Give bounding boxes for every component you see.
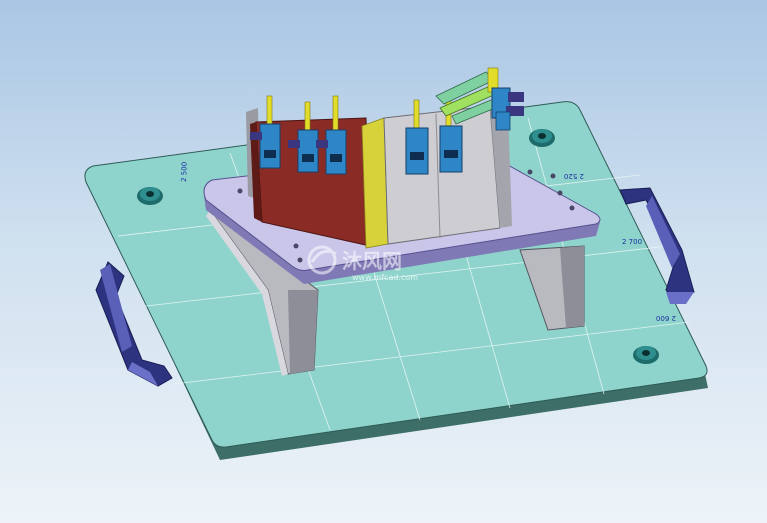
bushing-left bbox=[137, 187, 163, 205]
watermark-text: 沐风网 bbox=[342, 249, 402, 273]
bushing-right-top bbox=[529, 129, 555, 147]
dim-right-upper: 2 520 bbox=[564, 172, 584, 180]
dim-right-middle: 2 700 bbox=[622, 238, 642, 246]
clamp-4 bbox=[405, 99, 429, 175]
cad-viewport[interactable]: 2 500 2 520 2 700 2 600 沐风网 www.mfcad.co… bbox=[0, 0, 767, 523]
dim-left: 2 500 bbox=[180, 162, 189, 182]
watermark-url: www.mfcad.com bbox=[352, 273, 418, 282]
fixture-render: 2 500 2 520 2 700 2 600 沐风网 www.mfcad.co… bbox=[84, 67, 708, 460]
bushing-right-bottom bbox=[633, 346, 659, 364]
dim-right-lower: 2 600 bbox=[656, 314, 676, 322]
workpiece bbox=[246, 105, 512, 249]
